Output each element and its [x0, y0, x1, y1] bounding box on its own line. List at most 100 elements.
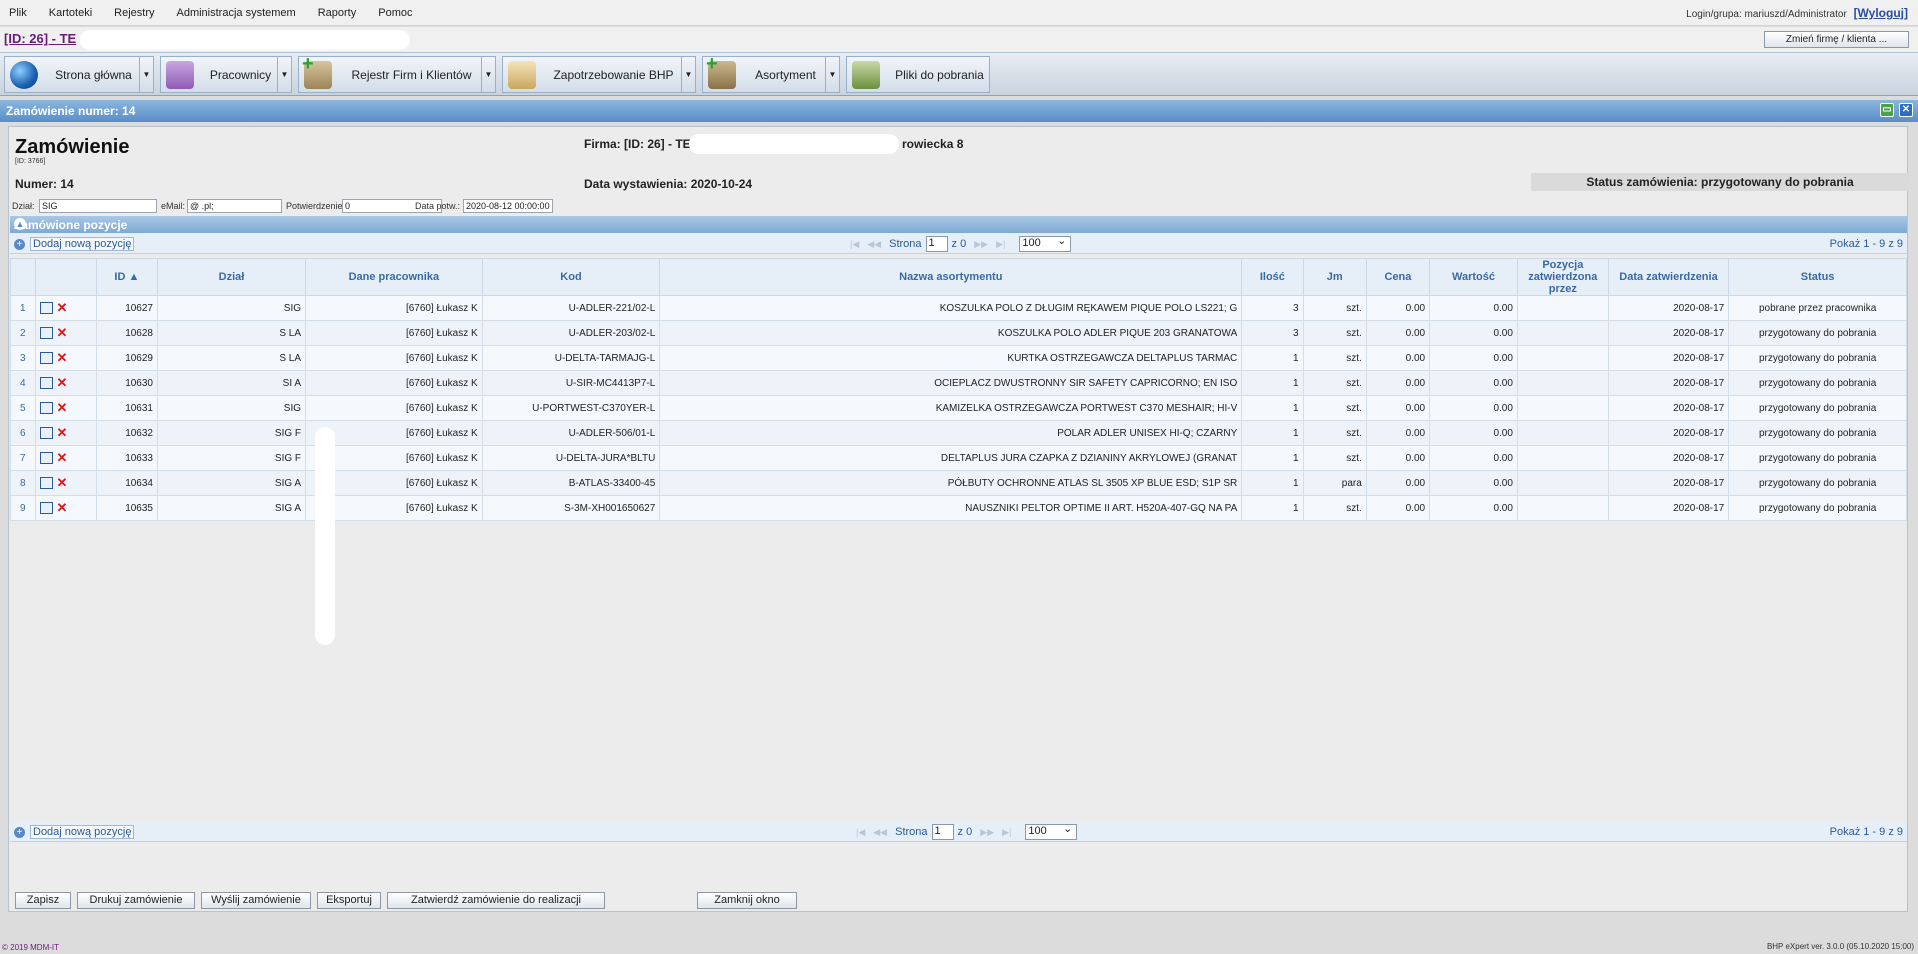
employees-button[interactable]: Pracownicy ▼ — [160, 56, 292, 93]
table-row[interactable]: 2 ✕ 10628 S LA [6760] Łukasz K U-ADLER-203/02… — [10, 320, 1907, 346]
edit-icon[interactable] — [39, 302, 53, 314]
menu-plik[interactable]: Plik — [9, 7, 27, 19]
first-page-icon[interactable]: |◀ — [850, 239, 859, 250]
cell-id: 10628 — [95, 320, 159, 346]
export-button[interactable]: Eksportuj — [317, 892, 381, 909]
cell-status: przygotowany do pobrania — [1728, 470, 1907, 496]
menu-administracja[interactable]: Administracja systemem — [177, 7, 296, 19]
menu-kartoteki[interactable]: Kartoteki — [49, 7, 92, 19]
approve-order-button[interactable]: Zatwierdź zamówienie do realizacji — [387, 892, 605, 909]
email-field[interactable]: @ .pl; — [187, 199, 282, 213]
prev-page-icon[interactable]: ◀◀ — [867, 239, 881, 250]
col-approved-by[interactable]: Pozycja zatwierdzona przez — [1516, 258, 1609, 296]
col-unit[interactable]: Jm — [1302, 258, 1367, 296]
change-company-button[interactable]: Zmień firmę / klienta ... — [1764, 31, 1909, 48]
edit-icon[interactable] — [39, 377, 53, 389]
col-code[interactable]: Kod — [481, 258, 661, 296]
table-row[interactable]: 5 ✕ 10631 SIG [6760] Łukasz K U-PORTWEST-C370… — [10, 395, 1907, 421]
chevron-down-icon[interactable]: ▼ — [681, 57, 695, 92]
table-row[interactable]: 9 ✕ 10635 SIG A [6760] Łukasz K S-3M-XH001650… — [10, 495, 1907, 521]
edit-icon[interactable] — [39, 327, 53, 339]
row-number: 4 — [10, 370, 36, 396]
col-id[interactable]: ID ▲ — [95, 258, 159, 296]
home-button[interactable]: Strona główna ▼ — [4, 56, 154, 93]
edit-icon[interactable] — [39, 502, 53, 514]
collapse-icon[interactable]: ▲ — [14, 218, 26, 230]
delete-icon[interactable]: ✕ — [57, 325, 68, 340]
cell-id: 10631 — [95, 395, 159, 421]
dzial-label: Dział: — [12, 201, 35, 211]
cell-dzial: SIG F — [156, 420, 307, 446]
col-price[interactable]: Cena — [1365, 258, 1431, 296]
table-header: ID ▲ Dział Dane pracownika Kod Nazwa aso… — [10, 258, 1907, 296]
company-link[interactable]: [ID: 26] - TE — [4, 31, 76, 46]
table-row[interactable]: 4 ✕ 10630 SI A [6760] Łukasz K U-SIR-MC4413P7… — [10, 370, 1907, 396]
col-name[interactable]: Nazwa asortymentu — [659, 258, 1243, 296]
last-page-icon[interactable]: ▶| — [1002, 827, 1011, 838]
close-window-button[interactable]: Zamknij okno — [697, 892, 797, 909]
cell-value: 0.00 — [1429, 320, 1518, 346]
delete-icon[interactable]: ✕ — [57, 475, 68, 490]
page-input[interactable]: 1 — [925, 236, 948, 252]
page-input[interactable]: 1 — [931, 824, 954, 840]
next-page-icon[interactable]: ▶▶ — [974, 239, 988, 250]
delete-icon[interactable]: ✕ — [57, 300, 68, 315]
first-page-icon[interactable]: |◀ — [856, 827, 865, 838]
page-label: Strona — [889, 238, 922, 250]
table-row[interactable]: 6 ✕ 10632 SIG F [6760] Łukasz K U-ADLER-506/0… — [10, 420, 1907, 446]
table-row[interactable]: 1 ✕ 10627 SIG [6760] Łukasz K U-ADLER-221/02-… — [10, 295, 1907, 321]
menu-pomoc[interactable]: Pomoc — [378, 7, 412, 19]
col-qty[interactable]: Ilość — [1241, 258, 1304, 296]
logout-link[interactable]: [Wyloguj] — [1854, 6, 1908, 20]
per-page-select[interactable]: 100 — [1019, 234, 1072, 252]
print-order-button[interactable]: Drukuj zamówienie — [77, 892, 195, 909]
edit-icon[interactable] — [39, 352, 53, 364]
col-status[interactable]: Status — [1728, 258, 1907, 296]
cell-approved-by — [1516, 470, 1609, 496]
delete-icon[interactable]: ✕ — [57, 375, 68, 390]
menu-rejestry[interactable]: Rejestry — [114, 7, 154, 19]
delete-icon[interactable]: ✕ — [57, 400, 68, 415]
edit-icon[interactable] — [39, 402, 53, 414]
chevron-down-icon[interactable]: ▼ — [277, 57, 291, 92]
cell-code: U-PORTWEST-C370YER-L — [481, 395, 661, 421]
add-company-icon — [302, 53, 332, 89]
add-item-button[interactable]: + Dodaj nową pozycję — [14, 237, 135, 251]
delete-icon[interactable]: ✕ — [57, 425, 68, 440]
cell-name: POLAR ADLER UNISEX HI-Q; CZARNY — [659, 420, 1243, 446]
col-approve-date[interactable]: Data zatwierdzenia — [1607, 258, 1730, 296]
last-page-icon[interactable]: ▶| — [996, 239, 1005, 250]
menu-raporty[interactable]: Raporty — [318, 7, 357, 19]
dzial-field[interactable]: SIG — [39, 199, 157, 213]
save-button[interactable]: Zapisz — [15, 892, 71, 909]
table-row[interactable]: 3 ✕ 10629 S LA [6760] Łukasz K U-DELTA-TARMAJ… — [10, 345, 1907, 371]
chevron-down-icon[interactable]: ▼ — [139, 57, 153, 92]
add-item-button[interactable]: + Dodaj nową pozycję — [14, 825, 135, 839]
table-row[interactable]: 8 ✕ 10634 SIG A [6760] Łukasz K B-ATLAS-33400… — [10, 470, 1907, 496]
col-value[interactable]: Wartość — [1429, 258, 1518, 296]
per-page-select[interactable]: 100 — [1025, 822, 1078, 840]
col-dzial[interactable]: Dział — [156, 258, 307, 296]
assortment-button[interactable]: Asortyment ▼ — [702, 53, 840, 93]
close-icon[interactable]: ✕ — [1899, 103, 1913, 117]
chevron-down-icon[interactable]: ▼ — [825, 57, 839, 92]
chevron-down-icon[interactable]: ▼ — [481, 57, 495, 92]
edit-icon[interactable] — [39, 477, 53, 489]
table-row[interactable]: 7 ✕ 10633 SIG F [6760] Łukasz K U-DELTA-JURA*… — [10, 445, 1907, 471]
delete-icon[interactable]: ✕ — [57, 350, 68, 365]
prev-page-icon[interactable]: ◀◀ — [873, 827, 887, 838]
add-item-label: Dodaj nową pozycję — [30, 237, 135, 251]
edit-icon[interactable] — [39, 452, 53, 464]
send-order-button[interactable]: Wyślij zamówienie — [201, 892, 311, 909]
col-employee[interactable]: Dane pracownika — [305, 258, 483, 296]
restore-icon[interactable]: ▭ — [1880, 103, 1894, 117]
delete-icon[interactable]: ✕ — [57, 450, 68, 465]
demand-button[interactable]: Zapotrzebowanie BHP ▼ — [502, 56, 696, 93]
confirm-date-field[interactable]: 2020-08-12 00:00:00 — [463, 199, 553, 213]
next-page-icon[interactable]: ▶▶ — [980, 827, 994, 838]
registry-button[interactable]: Rejestr Firm i Klientów ▼ — [298, 53, 496, 93]
edit-icon[interactable] — [39, 427, 53, 439]
downloads-button[interactable]: Pliki do pobrania — [846, 56, 990, 93]
delete-icon[interactable]: ✕ — [57, 500, 68, 515]
row-actions: ✕ — [34, 345, 97, 371]
